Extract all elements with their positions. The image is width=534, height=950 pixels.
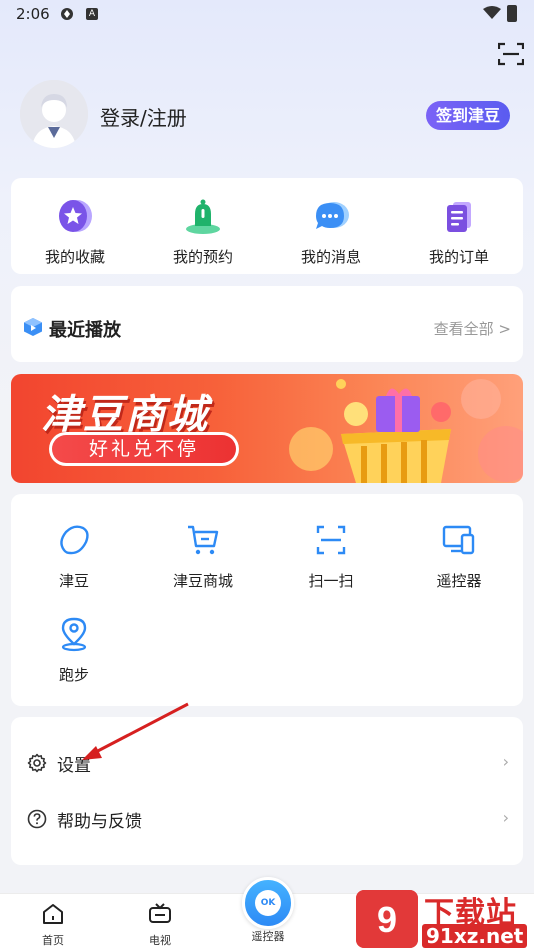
help-circle-icon (27, 809, 47, 829)
bean-icon (60, 525, 89, 555)
tab-home[interactable]: 首页 (23, 902, 83, 948)
chat-bubble-icon (316, 202, 349, 229)
mall-banner[interactable]: 津豆商城 好礼兑不停 (11, 374, 523, 483)
help-feedback-row[interactable]: 帮助与反馈 › (11, 791, 523, 847)
tool-scan[interactable]: 扫一扫 (276, 522, 386, 591)
status-time: 2:06 (16, 5, 50, 23)
avatar[interactable] (20, 80, 88, 148)
radio-icon (363, 905, 385, 923)
devices-icon (442, 525, 475, 555)
banner-pill: 好礼兑不停 (49, 432, 239, 466)
quick-link-favorites[interactable]: 我的收藏 (20, 196, 130, 267)
settings-card: 设置 › 帮助与反馈 › (11, 717, 523, 865)
cube-icon (24, 318, 42, 336)
tool-label: 跑步 (58, 666, 89, 684)
order-list-icon (447, 202, 471, 232)
banner-subtitle: 好礼兑不停 (52, 435, 236, 463)
tab-label: 首页 (42, 934, 64, 947)
wifi-icon (483, 6, 501, 19)
default-avatar-icon (20, 80, 88, 148)
recent-play-card[interactable]: 最近播放 查看全部 > (11, 286, 523, 362)
quick-link-messages[interactable]: 我的消息 (276, 196, 386, 267)
scan-icon (316, 525, 346, 555)
quick-links-card: 我的收藏 我的预约 我的消息 我的订单 (11, 178, 523, 274)
star-coin-icon (59, 200, 92, 232)
quick-link-label: 我的订单 (428, 248, 489, 266)
recent-play-title: 最近播放 (49, 320, 121, 341)
location-pin-icon (61, 617, 87, 652)
settings-row[interactable]: 设置 › (11, 735, 523, 791)
quick-link-label: 我的收藏 (44, 248, 105, 266)
remote-ok-icon: OK (255, 890, 281, 916)
tab-label: 广播 (363, 934, 385, 947)
remote-control-button[interactable]: OK (242, 877, 294, 929)
tool-label: 遥控器 (436, 572, 482, 590)
tv-icon (149, 903, 171, 923)
tab-radio[interactable]: 广播 (344, 902, 404, 948)
tab-label: 电视 (149, 934, 171, 947)
remote-label: 遥控器 (251, 930, 285, 943)
quick-link-label: 我的消息 (300, 248, 361, 266)
tools-card: 津豆 津豆商城 扫一扫 遥控器 跑步 (11, 494, 523, 706)
login-register-link[interactable]: 登录/注册 (100, 102, 187, 131)
bell-icon (186, 199, 220, 234)
tool-mall[interactable]: 津豆商城 (148, 522, 258, 591)
battery-icon (507, 5, 517, 22)
home-icon (43, 904, 63, 924)
tool-remote[interactable]: 遥控器 (404, 522, 514, 591)
gear-icon (27, 753, 47, 773)
quick-link-label: 我的预约 (172, 248, 233, 266)
tool-label: 津豆商城 (172, 572, 233, 590)
chevron-right-icon: › (502, 808, 509, 827)
cart-icon (188, 525, 219, 555)
tool-label: 津豆 (58, 572, 89, 590)
app-notification-icon (61, 8, 73, 20)
gift-basket-illustration (289, 379, 523, 483)
settings-label: 设置 (57, 756, 91, 776)
chevron-right-icon: › (502, 752, 509, 771)
app-a-icon: A (86, 8, 98, 20)
view-all-link[interactable]: 查看全部 > (434, 318, 511, 339)
tab-tv[interactable]: 电视 (130, 902, 190, 948)
quick-link-reservations[interactable]: 我的预约 (148, 196, 258, 267)
tool-label: 扫一扫 (308, 572, 354, 590)
help-feedback-label: 帮助与反馈 (57, 812, 142, 832)
status-bar: 2:06 A (0, 0, 534, 28)
profile-header: 登录/注册 签到津豆 (20, 80, 514, 152)
signin-bean-button[interactable]: 签到津豆 (426, 101, 510, 130)
tool-bean[interactable]: 津豆 (19, 522, 129, 591)
tool-running[interactable]: 跑步 (19, 616, 129, 685)
quick-link-orders[interactable]: 我的订单 (404, 196, 514, 267)
scan-frame-icon[interactable] (498, 42, 524, 66)
